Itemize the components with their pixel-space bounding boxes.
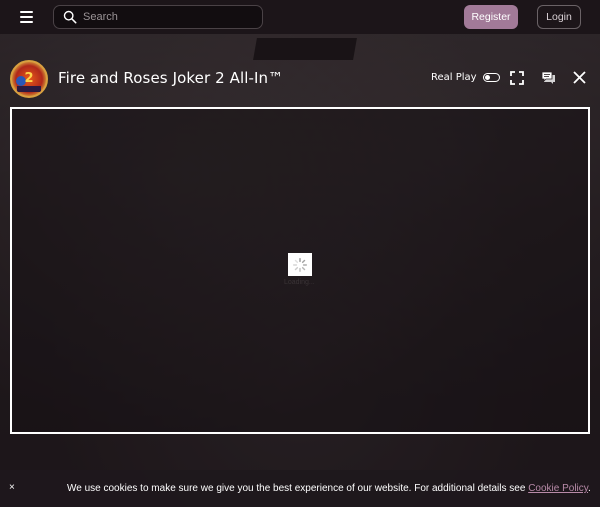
- loading-text: Loading...: [284, 279, 315, 286]
- hamburger-icon[interactable]: [20, 11, 33, 23]
- search-input[interactable]: [83, 11, 253, 23]
- game-title: Fire and Roses Joker 2 All-In™: [58, 69, 284, 87]
- cookie-message: We use cookies to make sure we give you …: [67, 483, 591, 494]
- search-icon: [63, 10, 77, 24]
- real-play-control: Real Play: [431, 72, 500, 83]
- cookie-banner: × We use cookies to make sure we give yo…: [0, 470, 600, 507]
- register-button[interactable]: Register: [464, 5, 518, 29]
- real-play-toggle[interactable]: [482, 73, 500, 82]
- loading-spinner: [288, 253, 312, 276]
- login-button[interactable]: Login: [537, 5, 581, 29]
- cookie-suffix: .: [588, 483, 591, 494]
- spinner-icon: [292, 257, 308, 272]
- cookie-text: We use cookies to make sure we give you …: [67, 483, 529, 494]
- real-play-label: Real Play: [431, 72, 477, 83]
- search-box[interactable]: [53, 5, 263, 29]
- cookie-policy-link[interactable]: Cookie Policy: [528, 483, 588, 494]
- close-icon: [573, 71, 586, 84]
- fullscreen-icon: [510, 71, 524, 85]
- fullscreen-button[interactable]: [510, 71, 524, 85]
- chat-button[interactable]: [541, 71, 556, 85]
- cookie-close-button[interactable]: ×: [9, 482, 15, 493]
- chat-icon: [541, 71, 555, 84]
- close-game-button[interactable]: [573, 71, 586, 84]
- game-logo-number: 2: [24, 71, 34, 86]
- top-navigation-bar: Register Login: [0, 0, 600, 34]
- game-logo: 2: [10, 60, 48, 98]
